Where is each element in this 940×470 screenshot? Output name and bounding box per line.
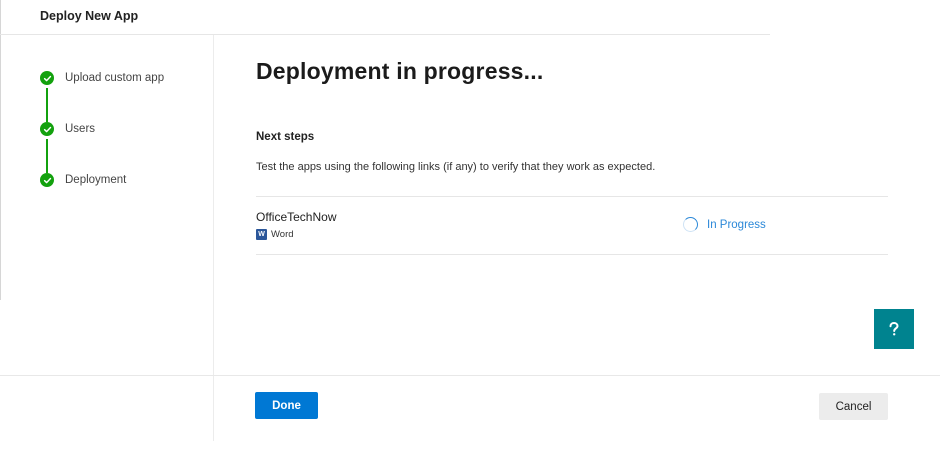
done-button[interactable]: Done xyxy=(255,392,318,419)
deploy-app-panel: Deploy New App Upload custom app Users D… xyxy=(0,0,940,470)
header-divider xyxy=(0,34,770,35)
window-edge xyxy=(0,0,1,300)
list-divider xyxy=(256,254,888,255)
deployment-status: In Progress xyxy=(683,217,766,232)
word-icon: W xyxy=(256,229,267,240)
panel-title: Deploy New App xyxy=(40,9,139,23)
wizard-step-label: Deployment xyxy=(65,174,127,186)
wizard-step-label: Users xyxy=(65,123,96,135)
spinner-icon xyxy=(683,217,698,232)
checkmark-circle-icon xyxy=(40,122,54,136)
step-connector xyxy=(46,88,48,122)
wizard-step-users[interactable]: Users xyxy=(40,122,95,136)
app-name: OfficeTechNow xyxy=(256,210,337,224)
wizard-step-label: Upload custom app xyxy=(65,72,165,84)
footer-divider xyxy=(0,375,940,376)
page-title: Deployment in progress... xyxy=(256,58,544,84)
checkmark-circle-icon xyxy=(40,71,54,85)
app-type: W Word xyxy=(256,229,294,240)
status-label: In Progress xyxy=(707,218,766,231)
wizard-step-upload[interactable]: Upload custom app xyxy=(40,71,164,85)
cancel-button[interactable]: Cancel xyxy=(819,393,888,420)
help-button[interactable] xyxy=(874,309,914,349)
next-steps-heading: Next steps xyxy=(256,131,315,143)
wizard-rail-divider xyxy=(213,35,214,441)
next-steps-description: Test the apps using the following links … xyxy=(256,161,656,173)
app-type-label: Word xyxy=(271,229,294,240)
checkmark-circle-icon xyxy=(40,173,54,187)
wizard-step-deployment[interactable]: Deployment xyxy=(40,173,126,187)
list-divider xyxy=(256,196,888,197)
step-connector xyxy=(46,139,48,173)
help-icon xyxy=(889,321,899,336)
